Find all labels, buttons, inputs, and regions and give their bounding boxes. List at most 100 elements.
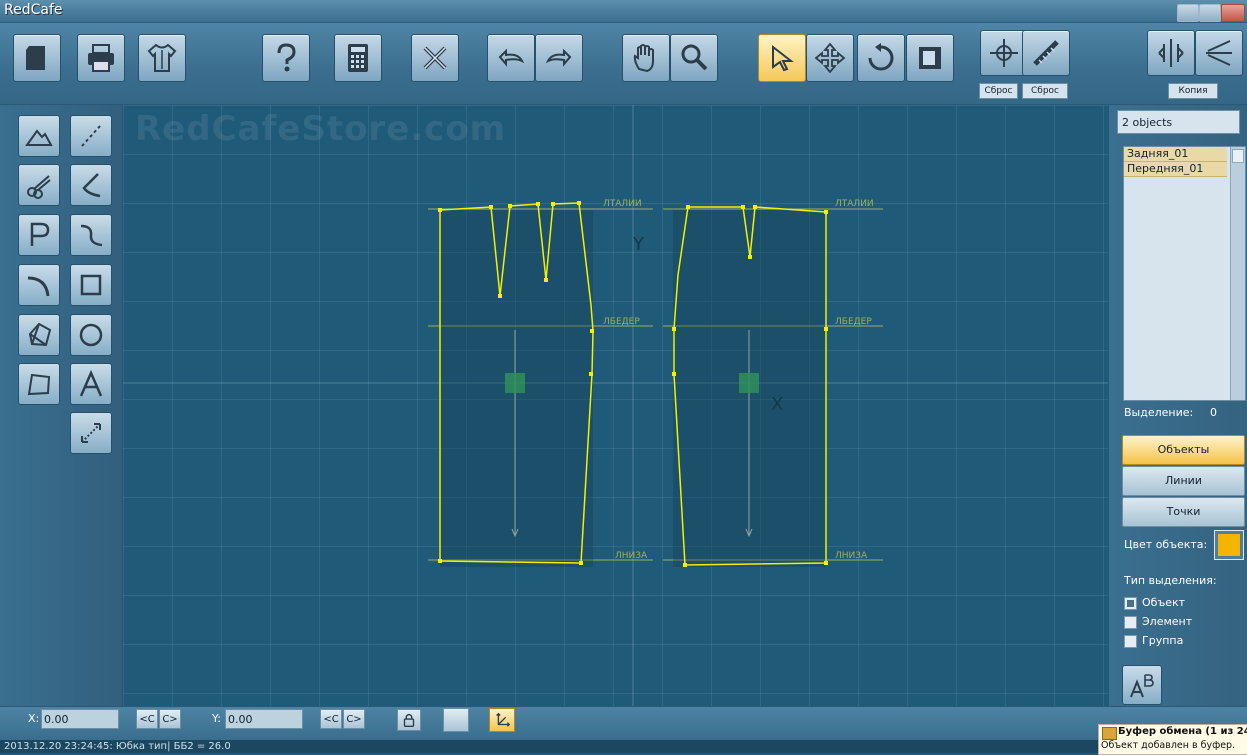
x-label: X: xyxy=(28,712,40,725)
selection-type-group-label: Группа xyxy=(1142,634,1184,647)
text-ab-icon xyxy=(1130,674,1154,698)
object-list[interactable]: Задняя_01 Передняя_01 xyxy=(1123,146,1246,401)
circle-icon xyxy=(79,323,103,347)
lock-icon xyxy=(403,713,415,727)
letter-p-icon xyxy=(30,222,50,246)
mountain-icon xyxy=(25,129,53,146)
maximize-button[interactable] xyxy=(1199,4,1221,22)
branch-arrows-icon xyxy=(1206,40,1232,66)
clipboard-notification[interactable]: Буфер обмена (1 из 24 Объект добавлен в … xyxy=(1098,724,1247,755)
text-style-button[interactable] xyxy=(1122,665,1162,705)
object-list-item[interactable]: Передняя_01 xyxy=(1124,162,1227,177)
new-file-button[interactable] xyxy=(13,34,61,82)
calculator-button[interactable] xyxy=(334,34,382,82)
p-tool-button[interactable] xyxy=(18,214,60,256)
target-tool-button[interactable] xyxy=(980,30,1028,76)
title-bar: RedCafe xyxy=(0,0,1247,23)
front-piece-center-marker xyxy=(739,373,759,393)
selection-type-element-label: Элемент xyxy=(1142,615,1193,628)
selection-type-object-label: Объект xyxy=(1142,596,1186,609)
move-tool-button[interactable] xyxy=(806,34,854,82)
object-count-field: 2 objects xyxy=(1117,110,1240,134)
reset-button-1[interactable]: Сброс xyxy=(979,83,1018,99)
target-icon xyxy=(990,39,1018,67)
freeform-shape-icon xyxy=(27,373,51,396)
objects-mode-button[interactable]: Объекты xyxy=(1122,435,1245,465)
measure-tool-button[interactable] xyxy=(70,412,112,454)
scrollbar-thumb[interactable] xyxy=(1232,149,1244,163)
split-tool-button[interactable] xyxy=(1147,30,1195,76)
delete-button[interactable] xyxy=(411,34,459,82)
s-curve-icon xyxy=(80,224,103,247)
copy-button[interactable]: Копия xyxy=(1168,83,1218,99)
undo-button[interactable] xyxy=(487,34,535,82)
x-prev-button[interactable]: <C xyxy=(136,709,158,729)
calculator-icon xyxy=(348,44,368,72)
help-icon xyxy=(277,43,296,72)
dashed-line-icon xyxy=(81,125,101,147)
selection-type-group-checkbox[interactable] xyxy=(1124,635,1137,648)
mountain-tool-button[interactable] xyxy=(18,115,60,157)
waist-label-front: ЛТАЛИИ xyxy=(835,199,874,209)
blank-toggle-button[interactable] xyxy=(443,708,469,732)
help-button[interactable] xyxy=(262,34,310,82)
mirror-tool-button[interactable] xyxy=(906,34,954,82)
zoom-button[interactable] xyxy=(670,34,718,82)
lines-mode-button[interactable]: Линии xyxy=(1122,466,1245,496)
waist-label-back: ЛТАЛИИ xyxy=(603,199,642,209)
pattern-drawing: Y X ЛТАЛИИ ЛТАЛИИ ЛБЕДЕР ЛБЕДЕР ЛНИЗА ЛН… xyxy=(123,105,1108,706)
garment-button[interactable] xyxy=(138,34,186,82)
shape-tool-button[interactable] xyxy=(18,363,60,405)
hip-label-front: ЛБЕДЕР xyxy=(835,317,872,327)
coordinates-bar xyxy=(0,706,1247,741)
s-curve-tool-button[interactable] xyxy=(70,214,112,256)
notification-body: Объект добавлен в буфер. xyxy=(1101,740,1236,751)
rectangle-tool-button[interactable] xyxy=(70,264,112,306)
y-next-button[interactable]: C> xyxy=(343,709,365,729)
selection-type-object-checkbox[interactable] xyxy=(1124,597,1137,610)
selection-count: 0 xyxy=(1210,406,1217,419)
ruler-tool-button[interactable] xyxy=(1022,30,1070,76)
undo-icon xyxy=(498,48,525,67)
y-coordinate-input[interactable]: 0.00 xyxy=(225,709,303,729)
reset-button-2[interactable]: Сброс xyxy=(1022,83,1068,99)
rotate-tool-button[interactable] xyxy=(857,34,905,82)
arc-tool-button[interactable] xyxy=(18,264,60,306)
y-prev-button[interactable]: <C xyxy=(320,709,342,729)
move-arrows-icon xyxy=(814,42,846,74)
polygon-icon xyxy=(28,322,52,347)
x-next-button[interactable]: C> xyxy=(159,709,181,729)
circle-tool-button[interactable] xyxy=(70,314,112,356)
object-list-item[interactable]: Задняя_01 xyxy=(1124,147,1227,162)
polygon-tool-button[interactable] xyxy=(18,314,60,356)
select-tool-button[interactable] xyxy=(758,34,806,82)
close-button[interactable] xyxy=(1221,4,1245,22)
ruler-icon xyxy=(1033,40,1059,66)
diagonal-measure-icon xyxy=(81,423,101,443)
pan-button[interactable] xyxy=(622,34,670,82)
lock-button[interactable] xyxy=(397,709,421,731)
text-tool-button[interactable] xyxy=(70,363,112,405)
object-list-scrollbar[interactable] xyxy=(1230,147,1245,400)
letter-a-icon xyxy=(79,369,103,397)
print-button[interactable] xyxy=(77,34,125,82)
y-label: Y: xyxy=(212,712,221,725)
cut-tool-button[interactable] xyxy=(18,164,60,206)
snap-toggle-button[interactable] xyxy=(489,708,515,732)
copy-tool-button[interactable] xyxy=(1195,30,1243,76)
shirt-icon xyxy=(147,43,177,72)
arrow-cursor-icon xyxy=(772,44,794,72)
selection-type-element-checkbox[interactable] xyxy=(1124,616,1137,629)
minimize-button[interactable] xyxy=(1177,4,1199,22)
drawing-canvas[interactable]: RedCafeStore.com Y X ЛТАЛИИ ЛТАЛИИ ЛБЕДЕ… xyxy=(123,105,1108,706)
x-coordinate-input[interactable]: 0.00 xyxy=(41,709,119,729)
hip-label-back: ЛБЕДЕР xyxy=(603,317,640,327)
object-color-swatch[interactable] xyxy=(1214,530,1244,560)
selection-type-label: Тип выделения: xyxy=(1124,574,1217,587)
dashed-line-tool-button[interactable] xyxy=(70,115,112,157)
axes-arrows-icon xyxy=(496,712,511,727)
points-mode-button[interactable]: Точки xyxy=(1122,497,1245,527)
curve-tool-button[interactable] xyxy=(70,164,112,206)
redo-button[interactable] xyxy=(535,34,583,82)
main-toolbar: Сброс Сброс Копия xyxy=(0,23,1247,105)
